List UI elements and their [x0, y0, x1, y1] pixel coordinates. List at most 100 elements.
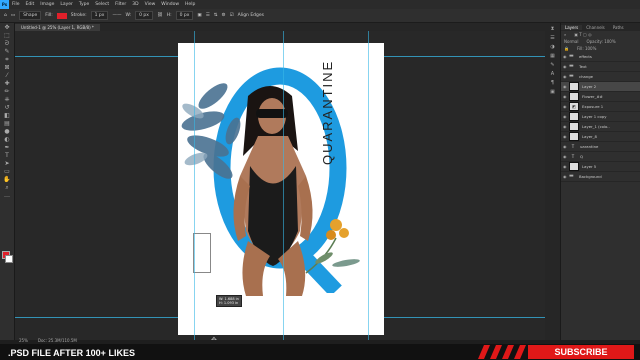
gradient-tool-icon[interactable]: ▤ — [3, 121, 11, 127]
layer-row[interactable]: ◉ Layer 1 copy — [561, 112, 640, 122]
menu-type[interactable]: Type — [76, 2, 92, 7]
menu-view[interactable]: View — [142, 2, 159, 7]
align-edges-checkbox[interactable]: ☑ — [230, 13, 234, 18]
stroke-size-field[interactable]: 1 px — [90, 11, 109, 20]
layer-row[interactable]: ◉ Flower_## — [561, 92, 640, 102]
document-canvas[interactable]: QUARANTINE W: 1.688 in H: 1.093 in — [178, 43, 384, 335]
home-icon[interactable]: ⌂ — [4, 13, 7, 18]
opacity-field[interactable]: Opacity: 100% — [586, 39, 615, 44]
document-tab[interactable]: Untitled-1 @ 25% (Layer 1, RGB/8) * — [15, 24, 100, 31]
layer-name[interactable]: Layer_8 — [582, 134, 597, 139]
layer-row[interactable]: ◉ ▬ Text — [561, 62, 640, 72]
menu-3d[interactable]: 3D — [129, 2, 141, 7]
gear-icon[interactable]: ⚙ — [222, 13, 226, 18]
filter-kind-icon[interactable]: ⌕ — [564, 32, 566, 37]
type-tool-icon[interactable]: T — [3, 153, 11, 159]
stroke-style-select[interactable]: —— — [112, 13, 121, 18]
blend-mode-select[interactable]: Normal — [564, 39, 578, 44]
rectangle-tool-icon[interactable]: ▭ — [11, 13, 15, 18]
dodge-tool-icon[interactable]: ◐ — [3, 137, 11, 143]
layer-row[interactable]: ◉ Layer_1 (colo.. — [561, 122, 640, 132]
stamp-tool-icon[interactable]: ⎈ — [3, 97, 11, 103]
layer-row[interactable]: ◉ ▬ Background — [561, 172, 640, 182]
hand-tool-icon[interactable]: ✋ — [3, 177, 11, 183]
background-color-swatch[interactable] — [5, 255, 13, 263]
width-field[interactable]: 0 px — [135, 11, 153, 20]
rectangle-tool-icon[interactable]: ▭ — [3, 169, 11, 175]
selection-rectangle[interactable] — [193, 233, 211, 273]
brush-tool-icon[interactable]: ✏ — [3, 89, 11, 95]
path-select-tool-icon[interactable]: ➤ — [3, 161, 11, 167]
tab-layers[interactable]: Layers — [561, 24, 583, 30]
layer-name[interactable]: Exposure 1 — [582, 104, 603, 109]
crop-tool-icon[interactable]: ⌗ — [3, 57, 11, 63]
fill-swatch[interactable] — [56, 12, 67, 19]
menu-file[interactable]: File — [9, 2, 23, 7]
align-icon[interactable]: ☰ — [206, 13, 210, 18]
menu-select[interactable]: Select — [92, 2, 112, 7]
layer-row[interactable]: ◉ ▬ change — [561, 72, 640, 82]
menu-layer[interactable]: Layer — [57, 2, 76, 7]
link-icon[interactable]: ⛓ — [157, 13, 163, 18]
more-tools-icon[interactable]: … — [3, 193, 11, 199]
layer-row[interactable]: ◉ Layer 5 — [561, 162, 640, 172]
menu-image[interactable]: Image — [37, 2, 57, 7]
layer-row[interactable]: ◉ ◩ Exposure 1 — [561, 102, 640, 112]
height-field[interactable]: 0 px — [175, 11, 194, 20]
path-ops-icon[interactable]: ▣ — [197, 13, 201, 18]
paragraph-icon[interactable]: ¶ — [549, 80, 556, 86]
marquee-tool-icon[interactable]: ⬚ — [3, 33, 11, 39]
tab-paths[interactable]: Paths — [609, 25, 628, 30]
properties-icon[interactable]: ☰ — [549, 35, 556, 41]
history-brush-icon[interactable]: ↺ — [3, 105, 11, 111]
canvas-workspace[interactable]: QUARANTINE W: 1.688 in H: 1.093 in ✥ — [15, 31, 545, 340]
eraser-tool-icon[interactable]: ◧ — [3, 113, 11, 119]
lock-icon[interactable]: 🔒 — [564, 46, 569, 51]
layer-name[interactable]: Layer 2 — [582, 84, 596, 89]
shape-mode-select[interactable]: Shape — [19, 11, 42, 20]
swatches-icon[interactable]: ▣ — [549, 89, 556, 95]
layer-name[interactable]: change — [579, 74, 593, 79]
character-icon[interactable]: A — [549, 71, 556, 77]
eyedropper-tool-icon[interactable]: ⁄ — [3, 73, 11, 79]
layer-name[interactable]: Flower_## — [582, 94, 603, 99]
lasso-tool-icon[interactable]: ᘐ — [3, 41, 11, 47]
history-icon[interactable]: ⧗ — [549, 26, 556, 32]
guide-vertical-2[interactable] — [283, 31, 284, 340]
layer-name[interactable]: effects — [579, 54, 592, 59]
guide-vertical-1[interactable] — [194, 31, 195, 340]
filter-icons[interactable]: ▣ T ▢ ◎ — [574, 32, 591, 37]
layer-name[interactable]: uarantine — [580, 144, 598, 149]
layer-name[interactable]: Q — [580, 154, 583, 159]
menu-filter[interactable]: Filter — [112, 2, 129, 7]
menu-edit[interactable]: Edit — [23, 2, 38, 7]
layer-name[interactable]: Layer 5 — [582, 164, 596, 169]
frame-tool-icon[interactable]: ⊠ — [3, 65, 11, 71]
healing-tool-icon[interactable]: ✚ — [3, 81, 11, 87]
layer-row[interactable]: ◉ Layer_8 — [561, 132, 640, 142]
adjustments-icon[interactable]: ◑ — [549, 44, 556, 50]
layer-name[interactable]: Layer 1 copy — [582, 114, 606, 119]
zoom-level[interactable]: 25% — [19, 338, 28, 343]
layer-row[interactable]: ◉ ▬ effects — [561, 52, 640, 62]
menu-help[interactable]: Help — [182, 2, 198, 7]
zoom-tool-icon[interactable]: ⌕ — [3, 185, 11, 191]
layer-name[interactable]: Background — [579, 174, 602, 179]
quick-select-tool-icon[interactable]: ✎ — [3, 49, 11, 55]
libraries-icon[interactable]: ▦ — [549, 53, 556, 59]
layer-name[interactable]: Text — [579, 64, 587, 69]
tab-channels[interactable]: Channels — [582, 25, 609, 30]
brush-settings-icon[interactable]: ✎ — [549, 62, 556, 68]
pen-tool-icon[interactable]: ✒ — [3, 145, 11, 151]
layer-row[interactable]: ◉ Layer 2 — [561, 82, 640, 92]
menu-window[interactable]: Window — [158, 2, 182, 7]
layer-row[interactable]: ◉ T Q — [561, 152, 640, 162]
fill-field[interactable]: Fill: 100% — [577, 46, 596, 51]
arrange-icon[interactable]: ⇅ — [214, 13, 218, 18]
blur-tool-icon[interactable]: ● — [3, 129, 11, 135]
layer-name[interactable]: Layer_1 (colo.. — [582, 124, 610, 129]
subscribe-button[interactable]: SUBSCRIBE — [528, 345, 634, 359]
guide-vertical-3[interactable] — [368, 31, 369, 340]
layer-row[interactable]: ◉ Tuarantine — [561, 142, 640, 152]
move-tool-icon[interactable]: ✥ — [3, 25, 11, 31]
